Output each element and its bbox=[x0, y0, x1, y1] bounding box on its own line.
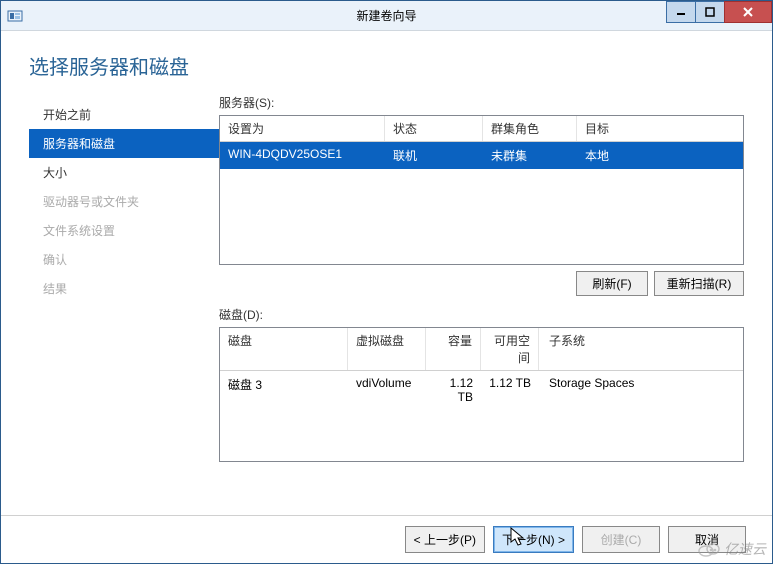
window-title: 新建卷向导 bbox=[356, 7, 416, 24]
server-role: 未群集 bbox=[483, 145, 577, 166]
disks-header: 磁盘 虚拟磁盘 容量 可用空间 子系统 bbox=[220, 328, 743, 371]
disks-col-capacity[interactable]: 容量 bbox=[426, 328, 481, 370]
refresh-button[interactable]: 刷新(F) bbox=[576, 271, 648, 296]
disk-free: 1.12 TB bbox=[481, 374, 539, 406]
disks-label: 磁盘(D): bbox=[219, 306, 744, 323]
server-actions: 刷新(F) 重新扫描(R) bbox=[219, 271, 744, 296]
disks-col-disk[interactable]: 磁盘 bbox=[220, 328, 348, 370]
disk-vdisk: vdiVolume bbox=[348, 374, 426, 406]
maximize-button[interactable] bbox=[695, 1, 725, 23]
wizard-content: 选择服务器和磁盘 开始之前 服务器和磁盘 大小 驱动器号或文件夹 文件系统设置 … bbox=[1, 31, 772, 563]
rescan-button[interactable]: 重新扫描(R) bbox=[654, 271, 744, 296]
nav-item-confirm: 确认 bbox=[29, 245, 219, 274]
servers-col-status[interactable]: 状态 bbox=[385, 116, 483, 141]
disk-capacity: 1.12 TB bbox=[426, 374, 481, 406]
cancel-button[interactable]: 取消 bbox=[668, 526, 746, 553]
server-target: 本地 bbox=[577, 145, 743, 166]
create-button: 创建(C) bbox=[582, 526, 660, 553]
minimize-button[interactable] bbox=[666, 1, 696, 23]
servers-label: 服务器(S): bbox=[219, 94, 744, 111]
server-status: 联机 bbox=[385, 145, 483, 166]
prev-button[interactable]: < 上一步(P) bbox=[405, 526, 485, 553]
servers-grid[interactable]: 设置为 状态 群集角色 目标 WIN-4DQDV25OSE1 联机 未群集 本地 bbox=[219, 115, 744, 265]
disks-col-free[interactable]: 可用空间 bbox=[481, 328, 539, 370]
window-controls bbox=[667, 1, 772, 23]
nav-item-server-disk[interactable]: 服务器和磁盘 bbox=[29, 129, 219, 158]
disk-name: 磁盘 3 bbox=[220, 374, 348, 406]
nav-item-fs: 文件系统设置 bbox=[29, 216, 219, 245]
page-heading: 选择服务器和磁盘 bbox=[1, 31, 772, 94]
titlebar: 新建卷向导 bbox=[1, 1, 772, 31]
app-icon bbox=[7, 9, 23, 23]
servers-col-role[interactable]: 群集角色 bbox=[483, 116, 577, 141]
disk-subsystem: Storage Spaces bbox=[539, 374, 743, 406]
wizard-footer: < 上一步(P) 下一步(N) > 创建(C) 取消 bbox=[1, 515, 772, 563]
main-panel: 服务器(S): 设置为 状态 群集角色 目标 WIN-4DQDV25OSE1 联… bbox=[219, 94, 744, 462]
disk-row[interactable]: 磁盘 3 vdiVolume 1.12 TB 1.12 TB Storage S… bbox=[220, 371, 743, 409]
nav-item-drive: 驱动器号或文件夹 bbox=[29, 187, 219, 216]
disks-col-subsystem[interactable]: 子系统 bbox=[539, 328, 743, 370]
wizard-window: 新建卷向导 选择服务器和磁盘 开始之前 服务器和磁盘 大小 驱动器号或文件夹 文… bbox=[0, 0, 773, 564]
next-button[interactable]: 下一步(N) > bbox=[493, 526, 574, 553]
disks-grid[interactable]: 磁盘 虚拟磁盘 容量 可用空间 子系统 磁盘 3 vdiVolume 1.12 … bbox=[219, 327, 744, 462]
nav-item-result: 结果 bbox=[29, 274, 219, 303]
servers-col-provision[interactable]: 设置为 bbox=[220, 116, 385, 141]
close-button[interactable] bbox=[724, 1, 772, 23]
nav-item-size[interactable]: 大小 bbox=[29, 158, 219, 187]
server-row[interactable]: WIN-4DQDV25OSE1 联机 未群集 本地 bbox=[220, 142, 743, 169]
disks-col-vdisk[interactable]: 虚拟磁盘 bbox=[348, 328, 426, 370]
nav-item-before[interactable]: 开始之前 bbox=[29, 100, 219, 129]
servers-header: 设置为 状态 群集角色 目标 bbox=[220, 116, 743, 142]
wizard-nav: 开始之前 服务器和磁盘 大小 驱动器号或文件夹 文件系统设置 确认 结果 bbox=[29, 94, 219, 462]
servers-col-target[interactable]: 目标 bbox=[577, 116, 743, 141]
server-provision: WIN-4DQDV25OSE1 bbox=[220, 145, 385, 166]
